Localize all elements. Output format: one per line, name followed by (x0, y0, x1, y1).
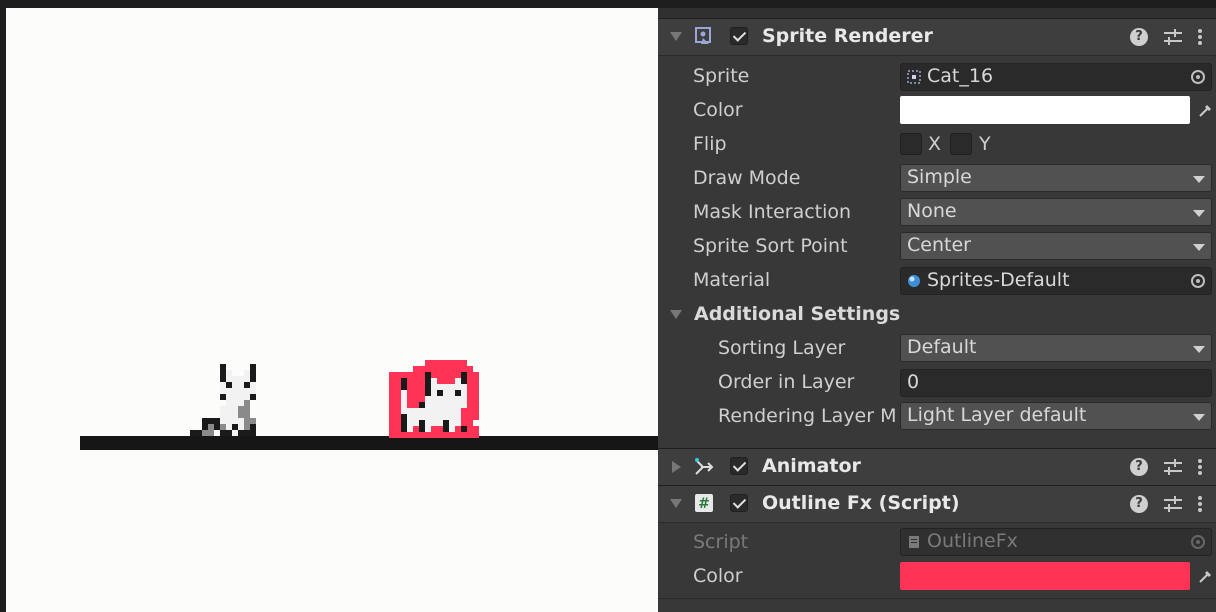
animator-icon (695, 458, 714, 475)
sprite-renderer-icon (695, 27, 711, 44)
outline-fx-title: Outline Fx (Script) (762, 492, 960, 514)
foldout-expanded-icon[interactable] (670, 499, 682, 508)
object-picker-icon[interactable] (1191, 70, 1205, 84)
script-value: OutlineFx (927, 530, 1018, 552)
preset-sliders-icon[interactable] (1164, 496, 1182, 512)
outline-fx-enabled-checkbox[interactable] (730, 494, 748, 512)
rendering-layer-mask-value: Light Layer default (907, 404, 1087, 426)
foldout-expanded-icon[interactable] (670, 32, 682, 41)
outline-fx-header[interactable]: # Outline Fx (Script) ? (658, 485, 1216, 523)
material-label: Material (693, 269, 771, 291)
inspector-divider (658, 598, 1216, 599)
sprite-renderer-header[interactable]: Sprite Renderer ? (658, 18, 1216, 56)
dropdown-arrow-icon (1193, 414, 1205, 421)
svg-text:#: # (698, 496, 710, 512)
object-picker-icon[interactable] (1191, 274, 1205, 288)
material-sphere-icon (908, 275, 920, 287)
additional-settings-label[interactable]: Additional Settings (694, 303, 900, 325)
draw-mode-label: Draw Mode (693, 167, 801, 189)
preset-sliders-icon[interactable] (1164, 459, 1182, 475)
eyedropper-icon[interactable] (1198, 102, 1214, 118)
order-in-layer-input[interactable]: 0 (900, 369, 1212, 397)
script-file-icon (909, 536, 919, 548)
sprite-renderer-enabled-checkbox[interactable] (730, 27, 748, 45)
outlined-cat-sprite[interactable] (389, 360, 485, 438)
object-picker-icon (1191, 535, 1205, 549)
sprite-object-field[interactable]: Cat_16 (900, 63, 1212, 91)
color-label: Color (693, 99, 743, 121)
mask-interaction-dropdown[interactable]: None (900, 198, 1212, 226)
sprite-sort-point-label: Sprite Sort Point (693, 235, 848, 257)
eyedropper-icon[interactable] (1198, 568, 1214, 584)
sorting-layer-dropdown[interactable]: Default (900, 334, 1212, 362)
material-value: Sprites-Default (927, 269, 1070, 291)
flip-x-label: X (928, 133, 942, 155)
sprite-sort-point-value: Center (907, 234, 971, 256)
dropdown-arrow-icon (1193, 346, 1205, 353)
kebab-menu-icon[interactable] (1198, 496, 1202, 512)
sprite-value: Cat_16 (927, 65, 994, 87)
flip-y-checkbox[interactable] (950, 133, 972, 155)
material-object-field[interactable]: Sprites-Default (900, 267, 1212, 295)
animator-header[interactable]: Animator ? (658, 448, 1216, 486)
sprite-asset-icon (907, 70, 921, 84)
kebab-menu-icon[interactable] (1198, 29, 1202, 45)
flip-x-checkbox[interactable] (900, 133, 922, 155)
script-object-field: OutlineFx (900, 528, 1212, 556)
sitting-cat-sprite[interactable] (184, 364, 264, 436)
preset-sliders-icon[interactable] (1164, 29, 1182, 45)
help-icon[interactable]: ? (1130, 458, 1148, 476)
dropdown-arrow-icon (1193, 176, 1205, 183)
animator-enabled-checkbox[interactable] (730, 457, 748, 475)
flip-y-label: Y (979, 133, 991, 155)
sprite-renderer-title: Sprite Renderer (762, 25, 933, 47)
scene-view[interactable] (6, 8, 658, 612)
flip-label: Flip (693, 133, 727, 155)
color-swatch-field[interactable] (900, 96, 1190, 124)
help-icon[interactable]: ? (1130, 495, 1148, 513)
rendering-layer-mask-label: Rendering Layer M (718, 405, 897, 427)
rendering-layer-mask-dropdown[interactable]: Light Layer default (900, 402, 1212, 430)
mask-interaction-label: Mask Interaction (693, 201, 852, 223)
animator-title: Animator (762, 455, 861, 477)
foldout-collapsed-icon[interactable] (672, 461, 681, 473)
inspector-panel: Sprite Renderer ? Sprite Cat_16 Color Fl… (658, 8, 1216, 612)
dropdown-arrow-icon (1193, 244, 1205, 251)
outline-color-label: Color (693, 565, 743, 587)
additional-settings-foldout-icon[interactable] (670, 310, 682, 319)
kebab-menu-icon[interactable] (1198, 459, 1202, 475)
order-in-layer-label: Order in Layer (718, 371, 855, 393)
help-icon[interactable]: ? (1130, 28, 1148, 46)
order-in-layer-value: 0 (907, 371, 920, 393)
sprite-label: Sprite (693, 65, 750, 87)
script-label: Script (693, 531, 749, 553)
sorting-layer-label: Sorting Layer (718, 337, 846, 359)
mask-interaction-value: None (907, 200, 957, 222)
dropdown-arrow-icon (1193, 210, 1205, 217)
ground-platform (80, 436, 658, 450)
sprite-sort-point-dropdown[interactable]: Center (900, 232, 1212, 260)
csharp-script-icon: # (695, 494, 713, 512)
draw-mode-dropdown[interactable]: Simple (900, 164, 1212, 192)
sorting-layer-value: Default (907, 336, 977, 358)
outline-color-swatch-field[interactable] (900, 562, 1190, 590)
draw-mode-value: Simple (907, 166, 972, 188)
